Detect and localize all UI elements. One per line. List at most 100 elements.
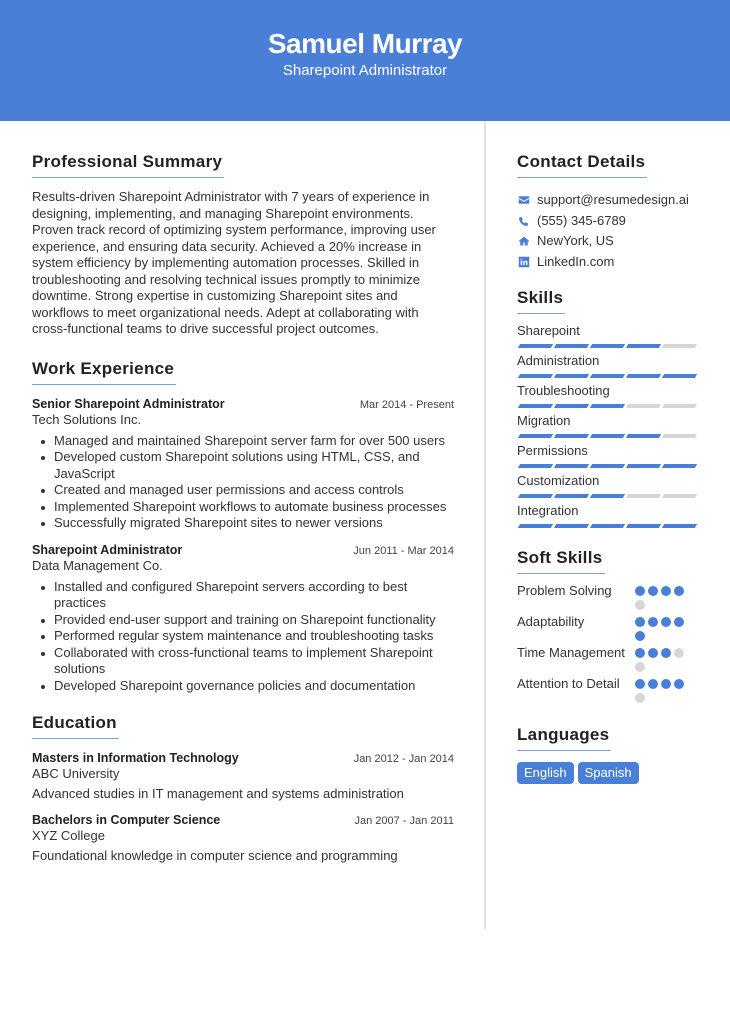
skill-name: Migration <box>517 413 571 428</box>
job-company: Tech Solutions Inc. <box>32 411 142 427</box>
contact-item[interactable]: support@resumedesign.ai <box>517 190 707 211</box>
job-title: Senior Sharepoint Administrator <box>32 396 225 411</box>
job-bullet: Installed and configured Sharepoint serv… <box>40 579 454 612</box>
skill-item: Integration <box>517 503 707 528</box>
skills-section: Skills Sharepoint Administration Troublesh… <box>517 286 707 528</box>
job-entry: Sharepoint Administrator Jun 2011 - Mar 2… <box>32 542 454 695</box>
contact-text[interactable]: (555) 345-6789 <box>537 211 626 232</box>
education-entry: Bachelors in Computer Science Jan 2007 - … <box>32 812 454 864</box>
job-entry: Senior Sharepoint Administrator Mar 2014 … <box>32 396 454 532</box>
skill-segment-empty <box>625 404 662 408</box>
skill-name: Sharepoint <box>517 323 580 338</box>
rating-dot-empty <box>635 600 645 610</box>
skill-segment-filled <box>589 434 626 438</box>
skill-level-bar <box>517 464 707 468</box>
rating-dot-empty <box>635 693 645 703</box>
rating-dot-filled <box>635 586 645 596</box>
job-bullets: Managed and maintained Sharepoint server… <box>32 433 454 532</box>
skill-segment-filled <box>517 344 554 348</box>
job-title: Sharepoint Administrator <box>32 542 183 557</box>
skill-item: Permissions <box>517 443 707 468</box>
job-bullet: Successfully migrated Sharepoint sites t… <box>40 515 454 532</box>
skill-segment-filled <box>517 494 554 498</box>
skill-level-bar <box>517 524 707 528</box>
skill-segment-empty <box>661 494 698 498</box>
skill-segment-filled <box>589 524 626 528</box>
skill-segment-filled <box>553 374 590 378</box>
right-column: Contact Details support@resumedesign.ai(… <box>517 150 707 798</box>
education-section: Education Masters in Information Technol… <box>32 711 454 864</box>
skill-name: Customization <box>517 473 600 488</box>
job-bullet: Managed and maintained Sharepoint server… <box>40 433 454 450</box>
skill-name: Integration <box>517 503 579 518</box>
section-title-education: Education <box>32 711 119 739</box>
rating-dot-filled <box>648 679 658 689</box>
skill-level-bar <box>517 494 707 498</box>
soft-skill-rating <box>635 676 689 703</box>
skill-segment-filled <box>553 464 590 468</box>
rating-dot-empty <box>635 662 645 672</box>
column-divider <box>484 121 486 929</box>
contact-item[interactable]: NewYork, US <box>517 231 707 252</box>
contact-text[interactable]: support@resumedesign.ai <box>537 190 689 211</box>
section-title-soft-skills: Soft Skills <box>517 546 605 574</box>
job-bullet: Provided end-user support and training o… <box>40 612 454 629</box>
skill-segment-filled <box>517 524 554 528</box>
section-title-summary: Professional Summary <box>32 150 225 178</box>
skill-segment-filled <box>517 434 554 438</box>
home-icon <box>517 235 530 248</box>
soft-skill-rating <box>635 583 689 610</box>
school-name: XYZ College <box>32 828 105 843</box>
job-bullet: Performed regular system maintenance and… <box>40 628 454 645</box>
skill-level-bar <box>517 404 707 408</box>
section-title-skills: Skills <box>517 286 566 314</box>
rating-dot-filled <box>635 631 645 641</box>
rating-dot-filled <box>674 617 684 627</box>
linkedin-icon <box>517 255 530 268</box>
education-header: Masters in Information Technology Jan 201… <box>32 750 454 766</box>
job-bullets: Installed and configured Sharepoint serv… <box>32 579 454 695</box>
contact-item[interactable]: LinkedIn.com <box>517 252 707 273</box>
summary-text: Results-driven Sharepoint Administrator … <box>32 189 436 336</box>
skill-segment-filled <box>625 374 662 378</box>
phone-icon <box>517 214 530 227</box>
rating-dot-filled <box>674 679 684 689</box>
rating-dot-filled <box>661 586 671 596</box>
contact-text[interactable]: NewYork, US <box>537 231 614 252</box>
skill-segment-filled <box>625 464 662 468</box>
skill-item: Customization <box>517 473 707 498</box>
skill-item: Troubleshooting <box>517 383 707 408</box>
candidate-name: Samuel Murray <box>267 28 463 59</box>
skill-segment-filled <box>553 494 590 498</box>
contact-text[interactable]: LinkedIn.com <box>537 252 614 273</box>
job-date: Jun 2011 - Mar 2014 <box>353 544 454 557</box>
job-header: Senior Sharepoint Administrator Mar 2014 … <box>32 396 454 412</box>
soft-skill-name: Time Management <box>517 645 625 660</box>
skill-segment-empty <box>661 404 698 408</box>
skill-segment-filled <box>517 464 554 468</box>
soft-skill-item: Problem Solving <box>517 583 707 610</box>
skill-segment-filled <box>661 464 698 468</box>
skill-item: Administration <box>517 353 707 378</box>
soft-skill-item: Attention to Detail <box>517 676 707 703</box>
language-badge: Spanish <box>577 762 639 784</box>
degree-title: Masters in Information Technology <box>32 751 239 765</box>
rating-dot-filled <box>661 617 671 627</box>
education-header: Bachelors in Computer Science Jan 2007 - … <box>32 812 454 828</box>
soft-skill-name: Attention to Detail <box>517 676 620 691</box>
soft-skill-name: Problem Solving <box>517 583 612 598</box>
soft-skill-rating <box>635 645 689 672</box>
soft-skills-section: Soft Skills Problem Solving Adaptability T… <box>517 546 707 703</box>
skill-item: Sharepoint <box>517 323 707 348</box>
summary-section: Professional Summary Results-driven Shar… <box>32 150 454 338</box>
rating-dot-filled <box>661 679 671 689</box>
school-name: ABC University <box>32 766 120 781</box>
education-description: Advanced studies in IT management and sy… <box>32 786 404 801</box>
skill-segment-empty <box>661 434 698 438</box>
skill-segment-filled <box>517 404 554 408</box>
skill-segment-filled <box>517 374 554 378</box>
job-company: Data Management Co. <box>32 557 163 573</box>
contact-item[interactable]: (555) 345-6789 <box>517 211 707 232</box>
rating-dot-filled <box>648 648 658 658</box>
skill-segment-filled <box>625 524 662 528</box>
